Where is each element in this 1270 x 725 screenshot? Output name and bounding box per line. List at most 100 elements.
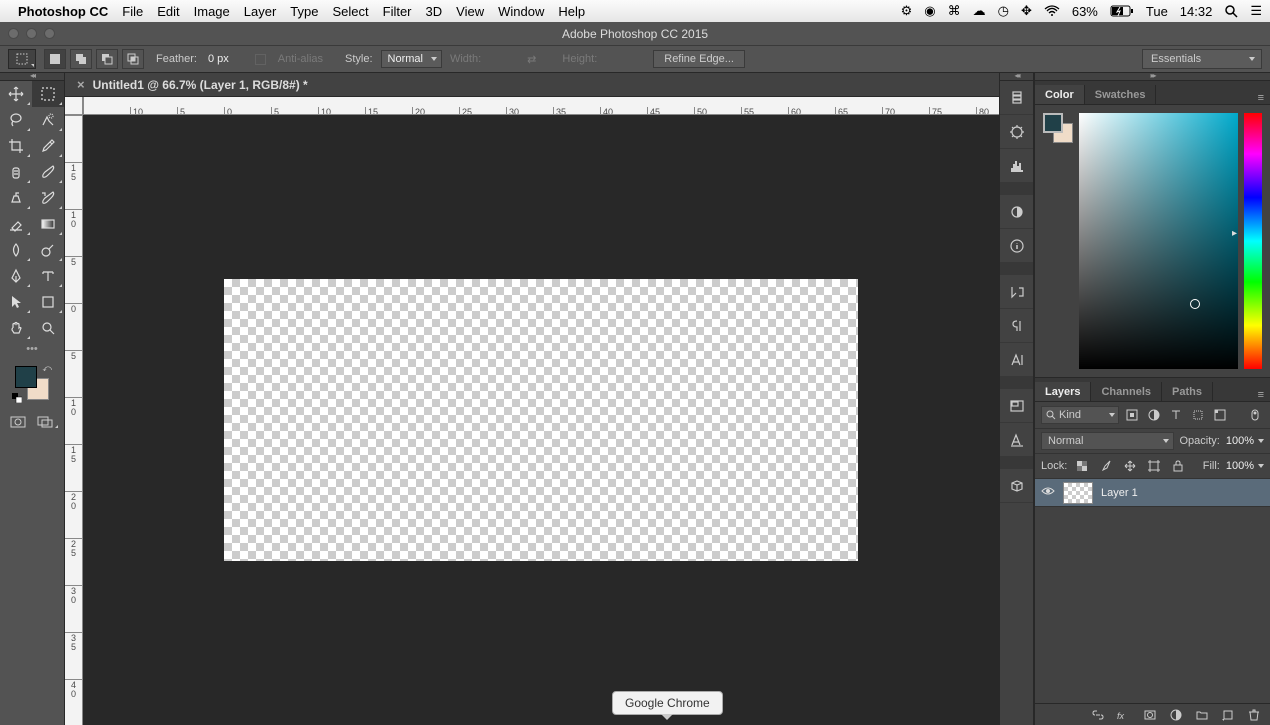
menubar-battery-icon[interactable] xyxy=(1110,5,1134,17)
panel-fg-color-swatch[interactable] xyxy=(1043,113,1063,133)
workspace-switcher[interactable]: Essentials xyxy=(1142,49,1262,69)
layers-panel-menu-icon[interactable]: ≡ xyxy=(1252,389,1270,401)
menubar-cc-icon[interactable]: ⌘ xyxy=(948,3,961,19)
menubar-camera-icon[interactable]: ◉ xyxy=(924,3,935,19)
actions-panel-icon[interactable] xyxy=(1000,275,1033,309)
color-field[interactable] xyxy=(1079,113,1238,369)
layers-tab[interactable]: Layers xyxy=(1035,382,1091,401)
eraser-tool[interactable] xyxy=(0,211,32,237)
paragraph-panel-icon[interactable] xyxy=(1000,309,1033,343)
selection-add-button[interactable] xyxy=(70,49,92,69)
dock-collapse-handle[interactable] xyxy=(1000,73,1033,81)
filter-adjustment-icon[interactable] xyxy=(1145,406,1163,424)
histogram-panel-icon[interactable] xyxy=(1000,149,1033,183)
menubar-time[interactable]: 14:32 xyxy=(1180,4,1213,19)
hue-picker[interactable] xyxy=(1240,231,1266,239)
blur-tool[interactable] xyxy=(0,237,32,263)
menubar-cloud-icon[interactable]: ☁ xyxy=(973,3,986,19)
quick-select-tool[interactable] xyxy=(32,107,64,133)
color-field-picker[interactable] xyxy=(1190,299,1200,309)
selection-new-button[interactable] xyxy=(44,49,66,69)
dodge-tool[interactable] xyxy=(32,237,64,263)
navigator-panel-icon[interactable] xyxy=(1000,389,1033,423)
lock-artboard-icon[interactable] xyxy=(1145,457,1163,475)
close-window-button[interactable] xyxy=(8,28,19,39)
hand-tool[interactable] xyxy=(0,315,32,341)
selection-intersect-button[interactable] xyxy=(122,49,144,69)
new-layer-icon[interactable] xyxy=(1220,707,1236,723)
swap-colors-icon[interactable]: ⤺ xyxy=(42,363,52,374)
lock-transparency-icon[interactable] xyxy=(1073,457,1091,475)
shape-tool[interactable] xyxy=(32,289,64,315)
minimize-window-button[interactable] xyxy=(26,28,37,39)
menu-layer[interactable]: Layer xyxy=(244,4,277,19)
gradient-tool[interactable] xyxy=(32,211,64,237)
clone-stamp-tool[interactable] xyxy=(0,185,32,211)
lock-pixels-icon[interactable] xyxy=(1097,457,1115,475)
layer-item[interactable]: Layer 1 xyxy=(1035,479,1270,507)
hue-strip[interactable] xyxy=(1244,113,1262,369)
history-brush-tool[interactable] xyxy=(32,185,64,211)
menu-type[interactable]: Type xyxy=(290,4,318,19)
tools-collapse-handle[interactable] xyxy=(0,73,64,81)
eyedropper-tool[interactable] xyxy=(32,133,64,159)
menubar-drag-icon[interactable]: ✥ xyxy=(1021,3,1032,19)
blend-mode-dropdown[interactable]: Normal xyxy=(1041,432,1174,450)
history-panel-icon[interactable] xyxy=(1000,81,1033,115)
menu-select[interactable]: Select xyxy=(332,4,368,19)
layer-fx-icon[interactable]: fx xyxy=(1116,707,1132,723)
brush-tool[interactable] xyxy=(32,159,64,185)
window-titlebar[interactable]: Adobe Photoshop CC 2015 xyxy=(0,22,1270,45)
feather-value[interactable]: 0 px xyxy=(208,53,229,65)
layer-list[interactable]: Layer 1 xyxy=(1035,479,1270,703)
panels-collapse-handle[interactable] xyxy=(1035,73,1270,81)
channels-tab[interactable]: Channels xyxy=(1091,382,1162,401)
type-tool[interactable] xyxy=(32,263,64,289)
opacity-value[interactable]: 100% xyxy=(1226,435,1264,447)
color-tab[interactable]: Color xyxy=(1035,85,1085,104)
zoom-window-button[interactable] xyxy=(44,28,55,39)
menubar-notifications-icon[interactable]: ☰ xyxy=(1250,3,1262,19)
path-select-tool[interactable] xyxy=(0,289,32,315)
layer-filter-kind[interactable]: Kind xyxy=(1041,406,1119,424)
lock-position-icon[interactable] xyxy=(1121,457,1139,475)
lock-all-icon[interactable] xyxy=(1169,457,1187,475)
layer-name-label[interactable]: Layer 1 xyxy=(1101,487,1138,499)
menu-window[interactable]: Window xyxy=(498,4,544,19)
filter-smart-icon[interactable] xyxy=(1211,406,1229,424)
canvas-viewport[interactable] xyxy=(83,115,999,725)
delete-layer-icon[interactable] xyxy=(1246,707,1262,723)
3d-panel-icon[interactable] xyxy=(1000,469,1033,503)
menu-edit[interactable]: Edit xyxy=(157,4,179,19)
paths-tab[interactable]: Paths xyxy=(1162,382,1213,401)
menubar-clock-icon[interactable]: ◷ xyxy=(998,3,1009,19)
menubar-spotlight-icon[interactable] xyxy=(1224,4,1238,18)
menubar-wifi-icon[interactable] xyxy=(1044,5,1060,17)
healing-tool[interactable] xyxy=(0,159,32,185)
default-colors-icon[interactable] xyxy=(12,393,22,403)
crop-tool[interactable] xyxy=(0,133,32,159)
ruler-vertical[interactable]: 15105051015202530354045 xyxy=(65,115,83,725)
tool-preset-picker[interactable] xyxy=(8,49,36,69)
filter-type-icon[interactable] xyxy=(1167,406,1185,424)
swatches-tab[interactable]: Swatches xyxy=(1085,85,1157,104)
quick-mask-button[interactable] xyxy=(7,413,29,431)
glyphs-panel-icon[interactable] xyxy=(1000,423,1033,457)
canvas[interactable] xyxy=(224,279,858,561)
menu-help[interactable]: Help xyxy=(558,4,585,19)
filter-shape-icon[interactable] xyxy=(1189,406,1207,424)
menu-view[interactable]: View xyxy=(456,4,484,19)
menu-image[interactable]: Image xyxy=(194,4,230,19)
screen-mode-button[interactable] xyxy=(35,413,57,431)
layer-group-icon[interactable] xyxy=(1194,707,1210,723)
move-tool[interactable] xyxy=(0,81,32,107)
zoom-tool[interactable] xyxy=(32,315,64,341)
app-menu[interactable]: Photoshop CC xyxy=(18,4,108,19)
brush-presets-panel-icon[interactable] xyxy=(1000,115,1033,149)
pen-tool[interactable] xyxy=(0,263,32,289)
layer-mask-icon[interactable] xyxy=(1142,707,1158,723)
close-tab-icon[interactable]: × xyxy=(77,77,85,92)
lasso-tool[interactable] xyxy=(0,107,32,133)
filter-pixel-icon[interactable] xyxy=(1123,406,1141,424)
character-panel-icon[interactable] xyxy=(1000,343,1033,377)
